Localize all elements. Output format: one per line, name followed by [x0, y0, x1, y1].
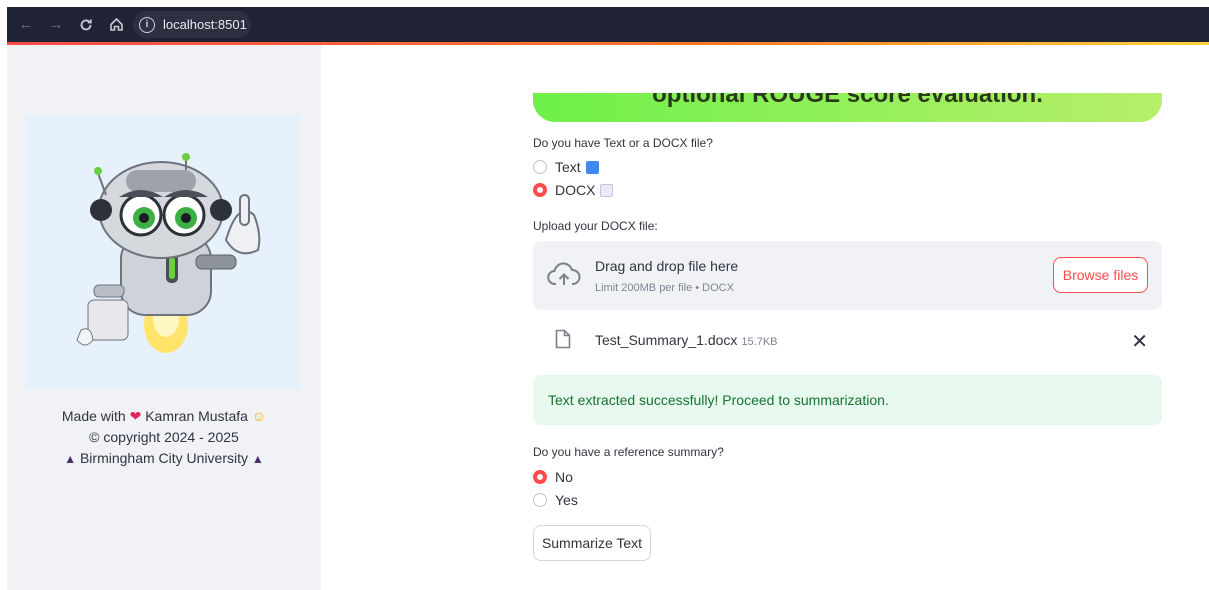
banner-text: optional ROUGE score evaluation.	[652, 93, 1043, 108]
close-icon[interactable]: ✕	[1131, 329, 1148, 354]
info-icon[interactable]: i	[139, 16, 155, 33]
file-icon	[555, 329, 571, 354]
success-message: Text extracted successfully! Proceed to …	[548, 392, 889, 408]
abc-icon	[585, 160, 599, 174]
address-bar[interactable]: i localhost:8501	[133, 11, 251, 38]
browse-files-button[interactable]: Browse files	[1053, 257, 1148, 293]
radio-option-docx[interactable]: DOCX	[533, 182, 614, 198]
file-name-line: Test_Summary_1.docx 15.7KB	[595, 332, 778, 348]
robot-mascot-image	[26, 115, 300, 389]
radio-label-text: Text	[555, 159, 581, 175]
radio-label-yes: Yes	[555, 492, 578, 508]
uploaded-file-row: Test_Summary_1.docx 15.7KB ✕	[533, 325, 1162, 355]
radio-button-selected[interactable]	[533, 183, 547, 197]
url-text: localhost:8501	[163, 17, 247, 32]
file-name: Test_Summary_1.docx	[595, 332, 738, 348]
dropzone-title: Drag and drop file here	[595, 258, 739, 274]
university-name: Birmingham City University	[79, 450, 249, 466]
made-with-text: Made with	[61, 408, 126, 424]
success-alert: Text extracted successfully! Proceed to …	[533, 375, 1162, 425]
radio-button-selected[interactable]	[533, 470, 547, 484]
back-icon[interactable]: ←	[15, 14, 37, 36]
radio-label-no: No	[555, 469, 573, 485]
upload-label: Upload your DOCX file:	[533, 219, 658, 233]
title-banner: optional ROUGE score evaluation.	[533, 93, 1162, 122]
credits-line-made-with: Made with ❤ Kamran Mustafa ☺	[7, 406, 321, 427]
document-icon	[600, 183, 614, 197]
file-dropzone[interactable]: Drag and drop file here Limit 200MB per …	[533, 241, 1162, 310]
author-name: Kamran Mustafa	[145, 408, 248, 424]
copyright-text: © copyright 2024 - 2025	[89, 429, 239, 445]
summarize-text-button[interactable]: Summarize Text	[533, 525, 651, 561]
reload-icon[interactable]	[75, 14, 97, 36]
input-type-question: Do you have Text or a DOCX file?	[533, 136, 713, 150]
credits-line-university: ▲ Birmingham City University ▲	[7, 448, 321, 470]
file-size: 15.7KB	[741, 336, 778, 348]
cloud-upload-icon	[547, 261, 581, 294]
main-content: optional ROUGE score evaluation. Do you …	[321, 45, 1209, 590]
radio-button[interactable]	[533, 160, 547, 174]
radio-option-text[interactable]: Text	[533, 159, 599, 175]
heart-icon: ❤	[129, 408, 142, 424]
home-icon[interactable]	[105, 14, 127, 36]
graduation-cap-icon: ▲	[251, 452, 264, 466]
forward-icon[interactable]: →	[45, 14, 67, 36]
app-window: ← → i localhost:8501 Made with ❤ Kamran …	[7, 7, 1209, 590]
reference-question: Do you have a reference summary?	[533, 445, 724, 459]
sidebar-credits: Made with ❤ Kamran Mustafa ☺ © copyright…	[7, 406, 321, 470]
smile-icon: ☺	[251, 408, 267, 424]
sidebar: Made with ❤ Kamran Mustafa ☺ © copyright…	[7, 45, 321, 590]
radio-label-docx: DOCX	[555, 182, 596, 198]
dropzone-limit: Limit 200MB per file • DOCX	[595, 282, 734, 294]
browser-toolbar: ← → i localhost:8501	[7, 7, 1209, 42]
radio-option-no[interactable]: No	[533, 469, 573, 485]
radio-button[interactable]	[533, 493, 547, 507]
graduation-cap-icon: ▲	[64, 452, 77, 466]
radio-option-yes[interactable]: Yes	[533, 492, 578, 508]
